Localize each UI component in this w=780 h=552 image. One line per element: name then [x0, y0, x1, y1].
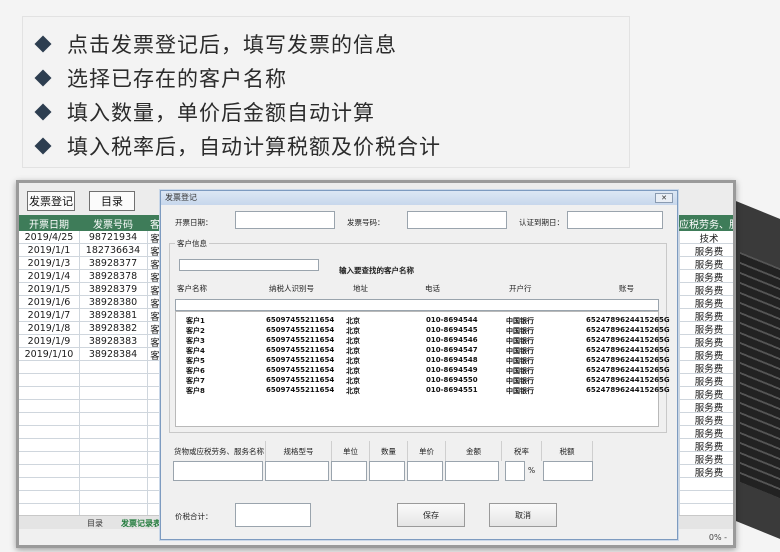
form-header-amount: 金额 [445, 441, 501, 461]
bullet-text: 选择已存在的客户名称 [67, 67, 287, 91]
tax-rate-input[interactable] [505, 461, 525, 481]
total-label: 价税合计： [175, 512, 213, 521]
diamond-bullet-icon [34, 35, 52, 53]
header-goods[interactable]: 应税劳务、服 [679, 215, 733, 231]
form-header-unit: 单位 [331, 441, 369, 461]
auth-date-label: 认证到期日： [519, 218, 564, 227]
zoom-control[interactable]: 0% - [709, 533, 727, 542]
laptop-keyboard [740, 251, 780, 499]
list-header-bank: 开户行 [509, 284, 532, 293]
bullet-1: 点击发票登记后，填写发票的信息 [33, 29, 397, 59]
form-header-rate: 税率 [501, 441, 541, 461]
sheet-tab-directory[interactable]: 目录 [87, 516, 103, 530]
dialog-titlebar: 发票登记 ✕ [161, 191, 677, 205]
bullet-text: 填入税率后，自动计算税额及价税合计 [67, 135, 441, 159]
bullet-4: 填入税率后，自动计算税额及价税合计 [33, 131, 441, 161]
cancel-button[interactable]: 取消 [489, 503, 557, 527]
invoice-date-field[interactable] [235, 211, 335, 229]
auth-date-field[interactable] [567, 211, 663, 229]
diamond-bullet-icon [34, 103, 52, 121]
customer-filter-row[interactable] [175, 299, 659, 311]
form-header-tax: 税额 [541, 441, 593, 461]
list-item[interactable]: 客户2 65097455211654 北京 010-8694545 中国银行 652478… [176, 326, 670, 336]
spec-input[interactable] [265, 461, 329, 481]
list-item[interactable]: 客户5 65097455211654 北京 010-8694548 中国银行 652478… [176, 356, 670, 366]
list-header-address: 地址 [353, 284, 368, 293]
invoice-dialog: 发票登记 ✕ 开票日期： 发票号码： 认证到期日： 客户信息 输入要查找的客户名… [160, 190, 678, 540]
total-field[interactable] [235, 503, 311, 527]
amount-input[interactable] [445, 461, 499, 481]
form-header-qty: 数量 [369, 441, 407, 461]
date-label: 开票日期： [175, 218, 213, 227]
unit-input[interactable] [331, 461, 367, 481]
unit-price-input[interactable] [407, 461, 443, 481]
invoice-number-field[interactable] [407, 211, 507, 229]
search-hint: 输入要查找的客户名称 [339, 266, 414, 275]
tax-amount-input[interactable] [543, 461, 593, 481]
customer-search-input[interactable] [179, 259, 319, 271]
list-item[interactable]: 客户3 65097455211654 北京 010-8694546 中国银行 652478… [176, 336, 670, 346]
list-header-name: 客户名称 [177, 284, 207, 293]
bullet-2: 选择已存在的客户名称 [33, 63, 287, 93]
list-item[interactable]: 客户1 65097455211654 北京 010-8694544 中国银行 652478… [176, 316, 670, 326]
goods-name-input[interactable] [173, 461, 263, 481]
sheet-tab-invoice-records[interactable]: 发票记录表 [121, 516, 161, 530]
form-header-goods: 货物或应税劳务、服务名称 [174, 446, 264, 456]
diamond-bullet-icon [34, 69, 52, 87]
number-label: 发票号码： [347, 218, 385, 227]
percent-sign: % [528, 466, 536, 475]
save-button[interactable]: 保存 [397, 503, 465, 527]
dialog-title: 发票登记 [165, 193, 197, 202]
quantity-input[interactable] [369, 461, 405, 481]
bullet-text: 填入数量，单价后金额自动计算 [67, 101, 375, 125]
header-number[interactable]: 发票号码 [79, 215, 147, 231]
close-icon[interactable]: ✕ [655, 193, 673, 203]
list-header-phone: 电话 [425, 284, 440, 293]
register-invoice-button[interactable]: 发票登记 [27, 191, 75, 211]
directory-button[interactable]: 目录 [89, 191, 135, 211]
customer-info-label: 客户信息 [175, 238, 209, 249]
bullet-3: 填入数量，单价后金额自动计算 [33, 97, 375, 127]
diamond-bullet-icon [34, 137, 52, 155]
form-header-price: 单价 [407, 441, 445, 461]
form-header-spec: 规格型号 [265, 441, 331, 461]
bullet-text: 点击发票登记后，填写发票的信息 [67, 33, 397, 57]
header-date[interactable]: 开票日期 [19, 215, 79, 231]
slide-bullet-panel: 点击发票登记后，填写发票的信息 选择已存在的客户名称 填入数量，单价后金额自动计… [22, 16, 630, 168]
list-item[interactable]: 客户4 65097455211654 北京 010-8694547 中国银行 652478… [176, 346, 670, 356]
list-item[interactable]: 客户7 65097455211654 北京 010-8694550 中国银行 652478… [176, 376, 670, 386]
customer-list[interactable]: 客户1 65097455211654 北京 010-8694544 中国银行 652478… [175, 311, 670, 427]
list-item[interactable]: 客户8 65097455211654 北京 010-8694551 中国银行 652478… [176, 386, 670, 396]
list-header-account: 账号 [619, 284, 634, 293]
list-item[interactable]: 客户6 65097455211654 北京 010-8694549 中国银行 652478… [176, 366, 670, 376]
list-header-taxid: 纳税人识别号 [269, 284, 314, 293]
